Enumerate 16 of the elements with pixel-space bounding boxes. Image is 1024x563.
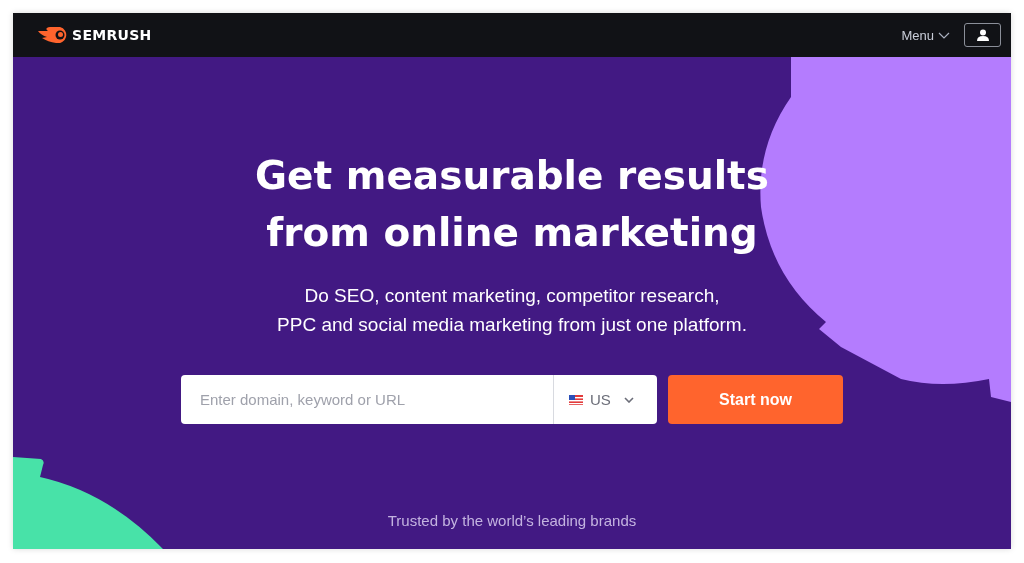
country-dropdown[interactable]: US	[553, 375, 657, 424]
start-now-button[interactable]: Start now	[668, 375, 843, 424]
logo-text[interactable]: SEMRUSH	[72, 27, 152, 43]
chevron-down-icon	[623, 396, 634, 403]
chevron-down-icon	[938, 31, 950, 39]
hero-heading-line: Get measurable results	[255, 152, 769, 200]
flame-logo-icon	[38, 27, 68, 43]
user-button[interactable]	[964, 23, 1001, 47]
trusted-text: Trusted by the world’s leading brands	[387, 512, 637, 529]
menu-button[interactable]: Menu	[901, 27, 950, 43]
search-field[interactable]: Enter domain, keyword or URL US	[181, 375, 657, 424]
hero-subtitle-line: Do SEO, content marketing, competitor research,	[304, 284, 720, 308]
user-icon	[976, 29, 989, 41]
flag-icon	[569, 394, 583, 405]
hero-heading-line: from online marketing	[266, 209, 758, 257]
hero-subtitle-line: PPC and social media marketing from just one platform.	[277, 313, 747, 337]
